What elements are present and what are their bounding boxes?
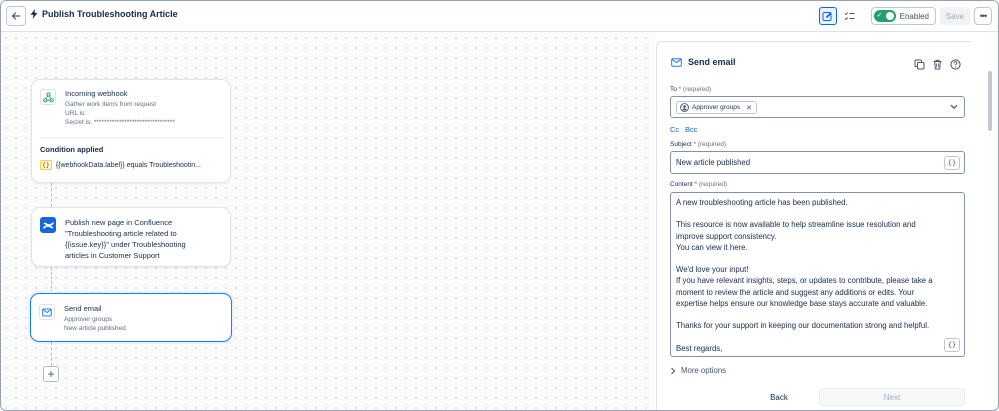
confluence-line: articles in Customer Support	[65, 251, 160, 260]
required-hint: (required)	[698, 181, 728, 188]
panel-scrollbar[interactable]	[986, 41, 994, 407]
curly-braces-icon: {}	[947, 159, 957, 167]
toggle-switch[interactable]: ✓	[873, 10, 896, 22]
required-hint: (required)	[683, 86, 712, 93]
lightning-icon	[30, 9, 38, 19]
email-card-title: Send email	[64, 304, 102, 313]
chevron-right-icon	[671, 367, 676, 374]
more-options-toggle[interactable]: More options	[670, 366, 726, 375]
send-email-step-card[interactable]: Send email Approver groups New article p…	[30, 293, 232, 342]
back-button[interactable]	[6, 6, 26, 26]
more-options-label: More options	[681, 366, 727, 375]
content-label: Content * (required)	[670, 181, 728, 188]
chevron-down-icon[interactable]	[950, 104, 958, 110]
to-label: To * (required)	[670, 86, 712, 93]
condition-heading: Condition applied	[40, 145, 104, 154]
insert-smart-value-button[interactable]: {}	[944, 156, 960, 170]
recipient-chip-label: Approver groups	[692, 104, 741, 111]
add-step-button[interactable]: +	[43, 366, 59, 382]
trigger-url: URL is:	[65, 110, 87, 117]
condition-text: {{webhookData.label}} equals Troubleshoo…	[55, 161, 201, 169]
connector-line	[51, 267, 52, 293]
enabled-label: Enabled	[899, 11, 929, 21]
connector-line	[51, 342, 52, 366]
webhook-step-icon	[40, 89, 56, 105]
recipient-chip[interactable]: Approver groups ✕	[676, 101, 757, 114]
confluence-line: Publish new page in Confluence	[65, 218, 173, 227]
connector-line	[51, 183, 52, 207]
subject-label-text: Subject	[670, 141, 692, 148]
trash-icon	[933, 59, 942, 70]
trigger-card[interactable]: Incoming webhook Gather work items from …	[31, 79, 231, 183]
trigger-secret: Secret is: *****************************…	[65, 119, 175, 126]
email-step-icon	[39, 304, 55, 320]
help-icon	[950, 59, 961, 70]
to-label-text: To	[670, 86, 677, 93]
more-actions-button[interactable]: •••	[974, 7, 992, 25]
to-recipients-field[interactable]: Approver groups ✕	[670, 96, 965, 118]
confluence-step-card[interactable]: Publish new page in Confluence "Troubles…	[31, 207, 231, 267]
curly-braces-icon: {}	[947, 341, 957, 349]
content-label-text: Content	[670, 181, 693, 188]
arrow-left-icon	[11, 12, 21, 20]
edit-view-button[interactable]	[818, 7, 837, 25]
insert-smart-value-button[interactable]: {}	[944, 338, 960, 352]
app-window: Publish Troubleshooting Article ✓ Enable…	[0, 0, 999, 411]
checklist-icon	[844, 11, 855, 20]
save-button[interactable]: Save	[940, 7, 970, 25]
duplicate-button[interactable]	[914, 57, 926, 70]
content-value: A new troubleshooting article has been p…	[676, 198, 933, 353]
edit-icon	[822, 11, 832, 21]
enabled-toggle[interactable]: ✓ Enabled	[870, 7, 936, 25]
cc-link[interactable]: Cc	[670, 125, 679, 134]
webhook-icon	[42, 91, 54, 102]
confluence-line: {{issue.key}}" under Troubleshooting	[65, 240, 186, 249]
condition-row[interactable]: {} {{webhookData.label}} equals Troubles…	[40, 160, 201, 170]
trigger-desc: Gather work items from request	[65, 101, 157, 108]
subject-label: Subject * (required)	[670, 141, 727, 148]
confluence-icon	[42, 221, 54, 229]
scrollbar-thumb[interactable]	[988, 71, 992, 131]
send-email-config-panel: Send email To * (required) Approver grou…	[656, 41, 971, 410]
group-icon	[680, 103, 689, 112]
email-card-subject: New article published	[64, 325, 126, 332]
confluence-step-text: Publish new page in Confluence "Troubles…	[65, 217, 186, 261]
content-textarea[interactable]: A new troubleshooting article has been p…	[670, 192, 965, 357]
top-bar: Publish Troubleshooting Article ✓ Enable…	[1, 1, 998, 32]
trigger-title: Incoming webhook	[65, 89, 128, 98]
confluence-line: "Troubleshooting article related to	[65, 229, 177, 238]
curly-braces-icon: {}	[40, 160, 52, 170]
mail-icon	[42, 308, 52, 316]
delete-button[interactable]	[932, 57, 944, 70]
subject-value: New article published	[676, 158, 751, 167]
card-divider	[40, 137, 224, 138]
next-button[interactable]: Next	[819, 388, 965, 406]
mail-icon	[671, 57, 682, 67]
workflow-canvas[interactable]: Incoming webhook Gather work items from …	[1, 33, 655, 410]
panel-title: Send email	[688, 57, 736, 67]
subject-input[interactable]: New article published {}	[670, 151, 965, 174]
confluence-step-icon	[40, 217, 56, 233]
panel-mail-icon-box	[670, 56, 683, 68]
help-button[interactable]	[950, 57, 962, 70]
bcc-link[interactable]: Bcc	[685, 125, 698, 134]
plus-icon: +	[47, 367, 55, 381]
duplicate-icon	[914, 59, 925, 70]
remove-chip-icon[interactable]: ✕	[746, 104, 752, 112]
page-title: Publish Troubleshooting Article	[42, 9, 178, 19]
email-card-recipient: Approver groups	[64, 316, 113, 323]
checklist-view-button[interactable]	[841, 7, 859, 25]
required-hint: (required)	[697, 141, 727, 148]
more-dots-icon: •••	[979, 11, 988, 21]
